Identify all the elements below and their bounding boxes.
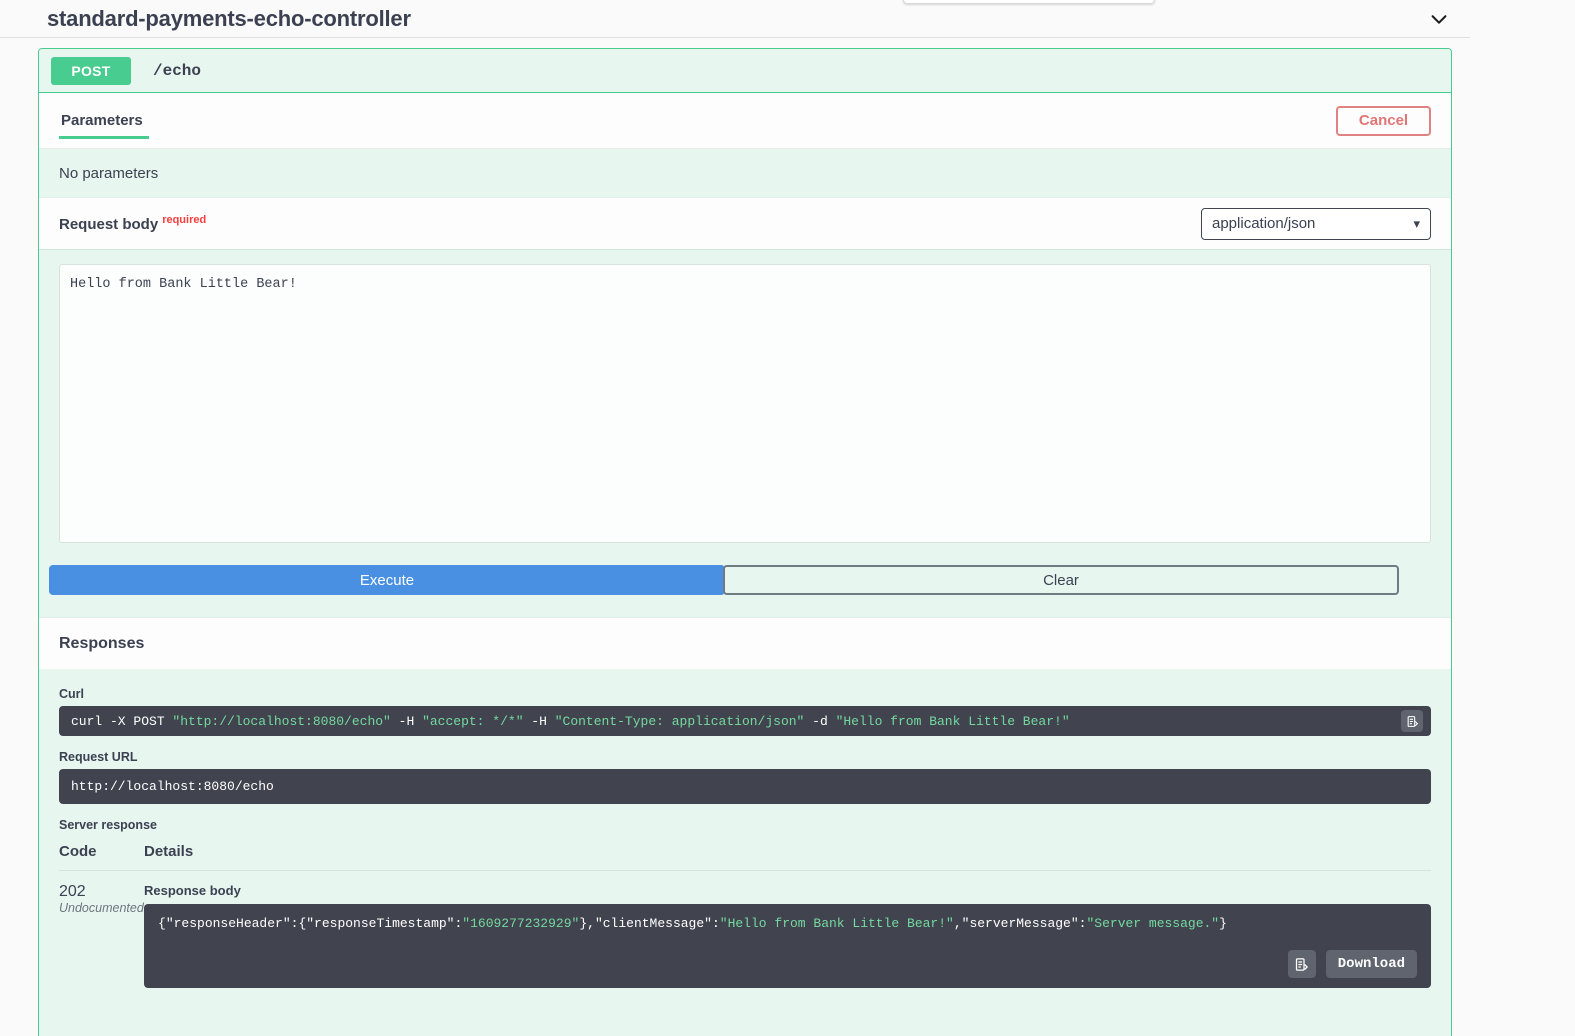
content-type-value: application/json <box>1212 215 1315 232</box>
response-table-header: Code Details <box>59 837 1431 870</box>
table-row: 202 Undocumented Response body {"respons… <box>59 871 1431 988</box>
required-flag: required <box>162 214 206 226</box>
request-url-label: Request URL <box>59 750 1431 764</box>
clear-button[interactable]: Clear <box>723 565 1399 595</box>
copy-icon[interactable] <box>1401 710 1423 732</box>
chevron-down-icon: ▾ <box>1413 216 1420 232</box>
request-url-text: http://localhost:8080/echo <box>71 779 274 794</box>
operation-body: Parameters Cancel No parameters Request … <box>39 93 1451 988</box>
responses-heading: Responses <box>39 617 1451 669</box>
operation-block-post-echo: POST /echo Parameters Cancel No paramete… <box>38 48 1452 1036</box>
status-badge: Undocumented <box>59 901 144 915</box>
response-code-cell: 202 Undocumented <box>59 883 144 988</box>
response-body-text: {"responseHeader":{"responseTimestamp":"… <box>158 916 1227 931</box>
operation-path: /echo <box>153 62 201 80</box>
response-body-block[interactable]: {"responseHeader":{"responseTimestamp":"… <box>144 904 1431 988</box>
response-body-label: Response body <box>144 883 1431 898</box>
curl-code-block[interactable]: curl -X POST "http://localhost:8080/echo… <box>59 706 1431 736</box>
response-details-cell: Response body {"responseHeader":{"respon… <box>144 883 1431 988</box>
tab-parameters[interactable]: Parameters <box>59 112 145 145</box>
curl-label: Curl <box>59 687 1431 701</box>
request-body-textarea[interactable]: Hello from Bank Little Bear! <box>59 264 1431 543</box>
execute-button[interactable]: Execute <box>49 565 725 595</box>
response-table: Code Details 202 Undocumented Response b… <box>59 837 1431 988</box>
cancel-button[interactable]: Cancel <box>1336 106 1431 136</box>
tag-header[interactable]: standard-payments-echo-controller <box>0 0 1470 38</box>
download-button[interactable]: Download <box>1326 950 1417 978</box>
request-body-row: Request body required application/json ▾ <box>39 197 1451 249</box>
response-body-actions: Download <box>1288 950 1417 978</box>
operation-summary[interactable]: POST /echo <box>39 49 1451 93</box>
tabs-row: Parameters Cancel <box>39 93 1451 149</box>
status-code: 202 <box>59 883 144 901</box>
http-method-badge: POST <box>51 57 131 85</box>
server-response-label: Server response <box>59 818 1431 832</box>
column-header-code: Code <box>59 843 144 860</box>
request-body-editor-area: Hello from Bank Little Bear! <box>39 249 1451 543</box>
execute-clear-row: Execute Clear <box>39 543 1451 617</box>
request-url-block: http://localhost:8080/echo <box>59 769 1431 804</box>
chevron-down-icon[interactable] <box>1428 8 1450 30</box>
request-body-title: Request body <box>59 216 158 233</box>
content-type-select[interactable]: application/json ▾ <box>1201 208 1431 240</box>
copy-icon[interactable] <box>1288 950 1316 978</box>
page-title: standard-payments-echo-controller <box>47 6 411 32</box>
column-header-details: Details <box>144 843 1431 860</box>
responses-body: Curl curl -X POST "http://localhost:8080… <box>39 669 1451 988</box>
request-body-label: Request body required <box>59 214 206 233</box>
swagger-ui-page: standard-payments-echo-controller POST /… <box>0 0 1575 1036</box>
curl-text: curl -X POST "http://localhost:8080/echo… <box>71 714 1070 729</box>
no-parameters-text: No parameters <box>39 149 1451 197</box>
